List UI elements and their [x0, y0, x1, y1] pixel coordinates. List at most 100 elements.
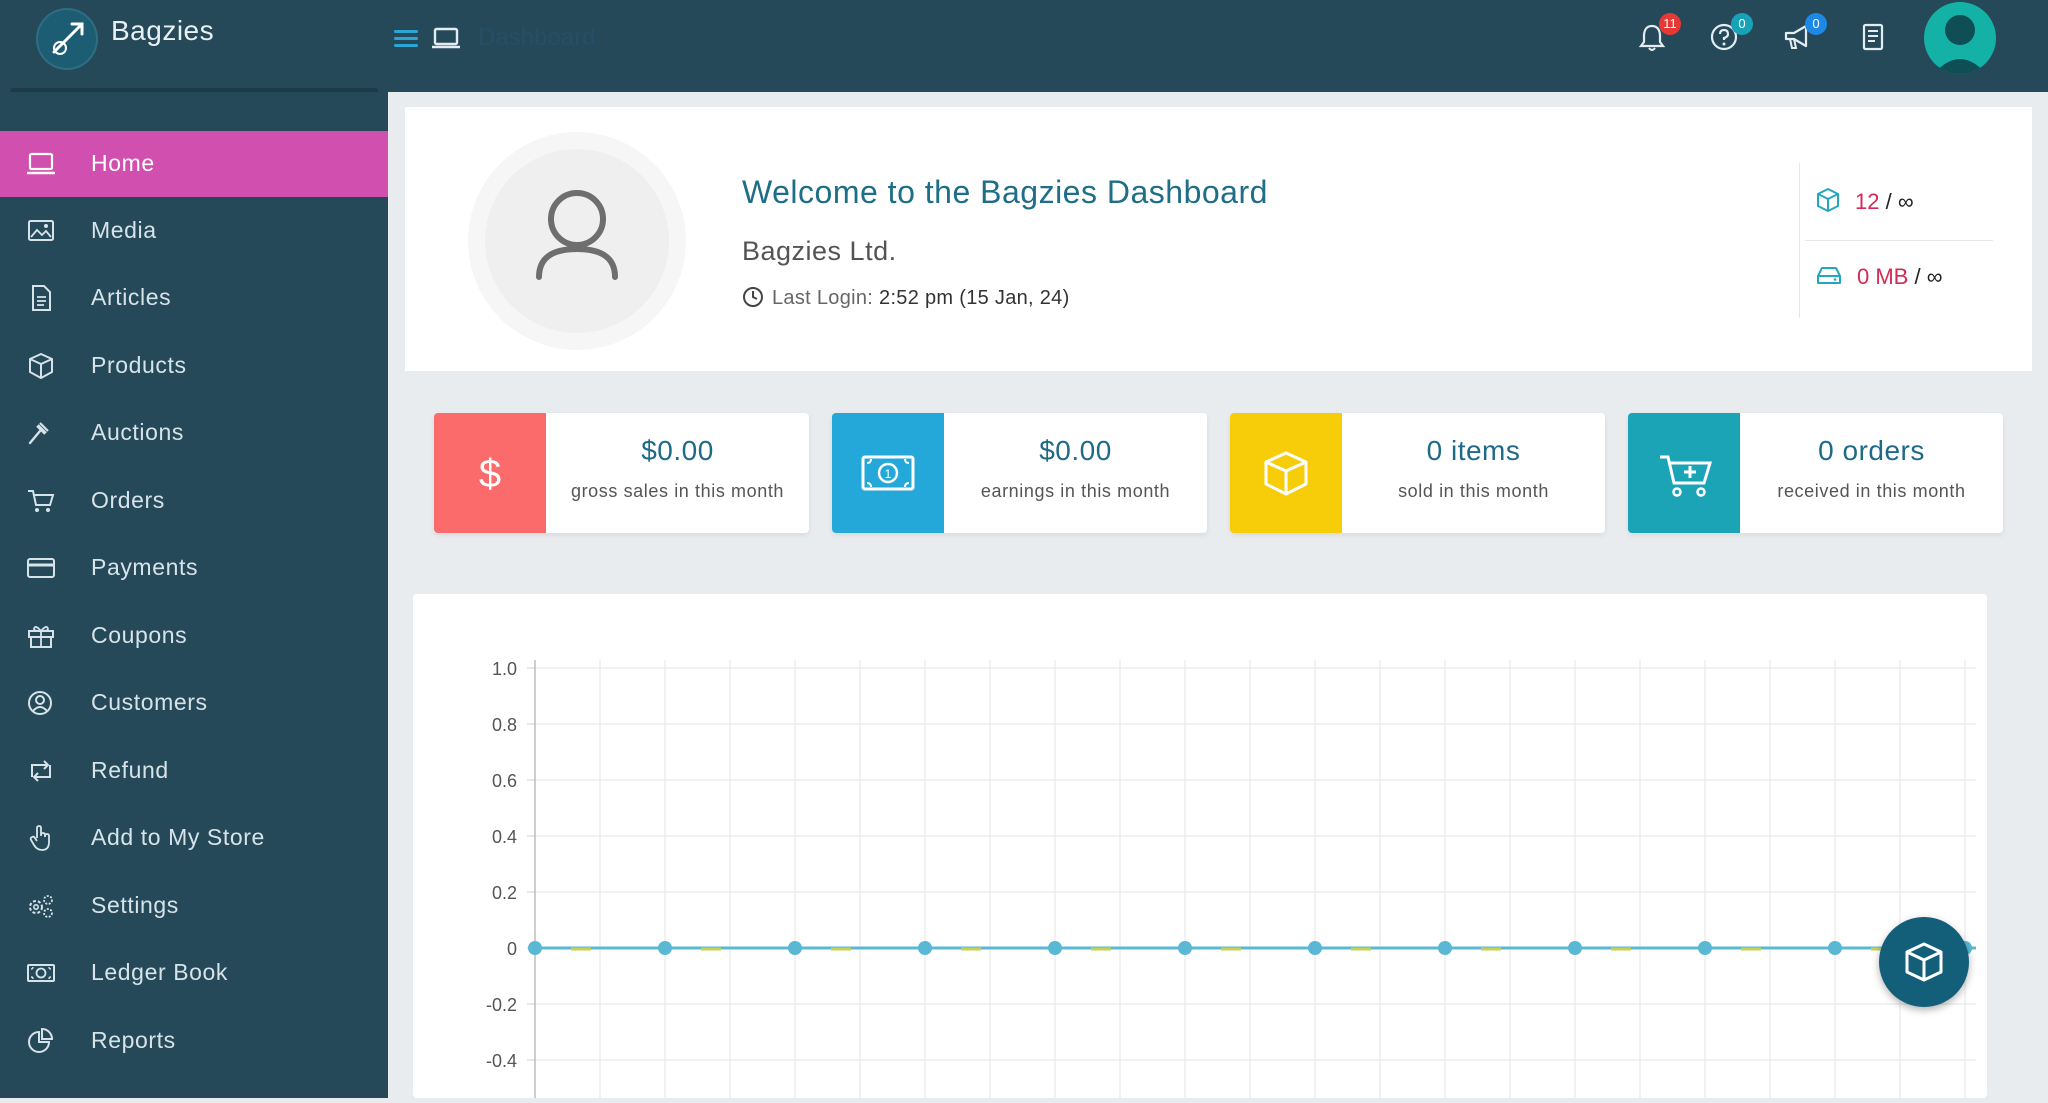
top-navbar: Bagzies Dashboard 11 0 0: [0, 0, 2048, 94]
svg-text:1: 1: [885, 467, 892, 481]
company-name: Bagzies Ltd.: [742, 236, 897, 266]
stat-description: received in this month: [1777, 481, 1966, 501]
stat-value: 0 items: [1426, 435, 1521, 466]
stat-description: gross sales in this month: [570, 481, 785, 501]
box-icon: [1815, 187, 1841, 219]
money-icon: 1: [832, 413, 944, 533]
series-point: [1438, 941, 1452, 955]
stat-card-orders[interactable]: 0 orders received in this month: [1628, 413, 2003, 533]
sidebar-item-customers[interactable]: Customers: [0, 670, 388, 736]
stat-value: $0.00: [1039, 435, 1112, 466]
y-tick-label: 1.0: [492, 659, 517, 679]
gift-icon: [26, 622, 56, 650]
hdd-icon: [1815, 264, 1843, 294]
sidebar-item-media[interactable]: Media: [0, 198, 388, 264]
image-icon: [26, 217, 56, 245]
sidebar-item-label: Settings: [91, 892, 179, 918]
sidebar-item-label: Articles: [91, 284, 172, 310]
laptop-icon: [26, 150, 56, 178]
series-point: [1308, 941, 1322, 955]
sidebar-item-label: Ledger Book: [91, 959, 229, 985]
sidebar-item-label: Payments: [91, 554, 199, 580]
y-tick-label: -0.4: [486, 1051, 517, 1071]
sidebar-item-orders[interactable]: Orders: [0, 468, 388, 534]
pie-chart-icon: [26, 1027, 56, 1055]
brand-logo[interactable]: [36, 8, 98, 70]
notifications-badge: 11: [1659, 13, 1681, 35]
book-icon[interactable]: [1857, 22, 1889, 54]
products-used: 12: [1855, 189, 1880, 214]
user-avatar[interactable]: [1924, 2, 1996, 74]
space-used: 0 MB: [1857, 264, 1909, 289]
sales-chart: 1.0 0.8 0.6 0.4 0.2 0 -0.2 -0.4: [486, 659, 2021, 1098]
series-point: [1698, 941, 1712, 955]
series-point: [658, 941, 672, 955]
y-tick-label: -0.2: [486, 995, 517, 1015]
box-icon: [26, 352, 56, 380]
cogs-icon: [26, 892, 56, 920]
sidebar-item-payments[interactable]: Payments: [0, 535, 388, 601]
sidebar-item-ledger-book[interactable]: Ledger Book: [0, 940, 388, 1006]
sidebar-item-label: Home: [91, 150, 155, 176]
quota-separator: [1805, 240, 1993, 241]
help-badge: 0: [1731, 13, 1753, 35]
stat-value: $0.00: [641, 435, 714, 466]
profile-photo[interactable]: [485, 149, 669, 333]
sidebar-item-label: Add to My Store: [91, 824, 265, 850]
box-icon: [1230, 413, 1342, 533]
laptop-icon[interactable]: [430, 24, 462, 57]
cart-icon: [26, 487, 56, 515]
svg-text:$: $: [479, 452, 501, 496]
sidebar-item-label: Customers: [91, 689, 208, 715]
brand-name[interactable]: Bagzies: [111, 15, 214, 47]
welcome-title: Welcome to the Bagzies Dashboard: [742, 174, 1268, 210]
sidebar-item-auctions[interactable]: Auctions: [0, 400, 388, 466]
y-tick-label: 0: [507, 939, 517, 959]
stat-card-earnings[interactable]: 1 $0.00 earnings in this month: [832, 413, 1207, 533]
sidebar-item-label: Media: [91, 217, 157, 243]
sidebar-item-label: Products: [91, 352, 187, 378]
gavel-icon: [26, 419, 56, 447]
series-point: [1828, 941, 1842, 955]
sidebar-item-articles[interactable]: Articles: [0, 265, 388, 331]
sidebar-item-label: Orders: [91, 487, 165, 513]
space-quota: 0 MB / ∞: [1815, 264, 1942, 294]
y-tick-label: 0.2: [492, 883, 517, 903]
sidebar: Home Media Articles Products Auctions Or…: [0, 92, 388, 1098]
dollar-icon: $: [434, 413, 546, 533]
stat-card-items-sold[interactable]: 0 items sold in this month: [1230, 413, 1605, 533]
bell-icon[interactable]: 11: [1636, 13, 1681, 54]
stat-card-gross-sales[interactable]: $ $0.00 gross sales in this month: [434, 413, 809, 533]
space-limit: / ∞: [1914, 264, 1943, 289]
sidebar-item-reports[interactable]: Reports: [0, 1008, 388, 1074]
sidebar-item-label: Reports: [91, 1027, 176, 1053]
sidebar-item-settings[interactable]: Settings: [0, 873, 388, 939]
products-quota: 12 / ∞: [1815, 187, 1914, 219]
y-tick-label: 0.6: [492, 771, 517, 791]
megaphone-icon[interactable]: 0: [1782, 13, 1827, 54]
announcements-badge: 0: [1805, 13, 1827, 35]
sidebar-item-add-to-my-store[interactable]: Add to My Store: [0, 805, 388, 871]
floating-products-button[interactable]: [1879, 917, 1969, 1007]
stat-description: sold in this month: [1398, 481, 1549, 501]
help-icon[interactable]: 0: [1708, 13, 1753, 54]
last-login-value: 2:52 pm (15 Jan, 24): [879, 287, 1070, 309]
sidebar-item-label: Refund: [91, 757, 169, 783]
sidebar-item-coupons[interactable]: Coupons: [0, 603, 388, 669]
box-icon: [1905, 942, 1943, 982]
series-point: [1568, 941, 1582, 955]
series-point: [1178, 941, 1192, 955]
last-login-label: Last Login:: [772, 287, 874, 309]
retweet-icon: [26, 757, 56, 785]
series-point: [788, 941, 802, 955]
clock-icon: [742, 286, 764, 314]
document-icon: [26, 284, 56, 312]
menu-toggle-icon[interactable]: [394, 26, 418, 48]
sidebar-item-refund[interactable]: Refund: [0, 738, 388, 804]
products-limit: / ∞: [1885, 189, 1914, 214]
sidebar-item-home[interactable]: Home: [0, 131, 388, 197]
stat-description: earnings in this month: [980, 481, 1171, 501]
y-tick-label: 0.8: [492, 715, 517, 735]
sidebar-item-products[interactable]: Products: [0, 333, 388, 399]
breadcrumb[interactable]: Dashboard: [478, 24, 595, 52]
